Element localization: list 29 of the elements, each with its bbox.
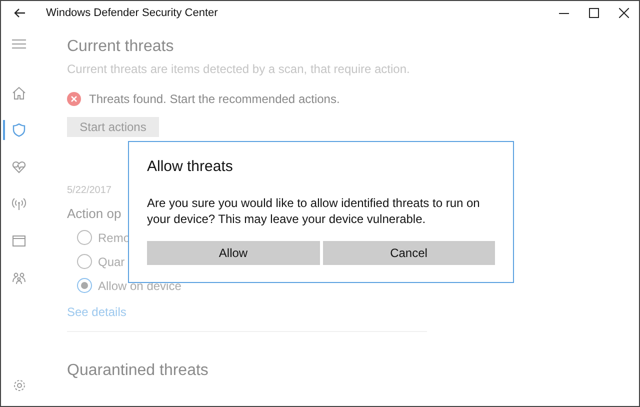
browser-window-icon[interactable] [12, 234, 26, 248]
menu-icon[interactable] [12, 39, 26, 49]
heart-icon[interactable] [12, 160, 26, 174]
option-label: Quar [98, 254, 125, 268]
shield-icon[interactable] [12, 122, 26, 136]
dialog-button[interactable]: Allow [147, 241, 320, 265]
section-heading: Quarantined threats [67, 362, 208, 380]
radio-button[interactable] [77, 254, 92, 269]
back-icon[interactable] [14, 8, 26, 18]
page-heading: Current threats [67, 37, 174, 57]
dialog-title: Allow threats [147, 158, 234, 175]
radio-button[interactable] [77, 278, 92, 293]
description-text: Current threats are items detected by a scan, that require action. [67, 61, 410, 77]
radio-button[interactable] [77, 230, 92, 245]
error-icon [67, 92, 81, 106]
alert-message: Threats found. Start the recommended actions. [89, 92, 340, 106]
dialog-button[interactable]: Cancel [322, 241, 495, 265]
threat-date: 5/22/2017 [67, 185, 112, 196]
option-label: Allow on device [98, 278, 182, 292]
window-title: Windows Defender Security Center [46, 7, 218, 19]
selection-indicator [3, 120, 5, 140]
close-icon[interactable] [619, 8, 629, 18]
maximize-icon[interactable] [589, 8, 599, 18]
action-options-label: Action op [67, 206, 122, 221]
people-icon[interactable] [12, 270, 26, 284]
settings-icon[interactable] [12, 379, 26, 392]
antenna-icon[interactable] [12, 196, 26, 210]
home-icon[interactable] [12, 86, 26, 100]
dialog-message: Are you sure you would like to allow identified threats to run on your device? This may leave your device vulnerable. [147, 195, 481, 227]
